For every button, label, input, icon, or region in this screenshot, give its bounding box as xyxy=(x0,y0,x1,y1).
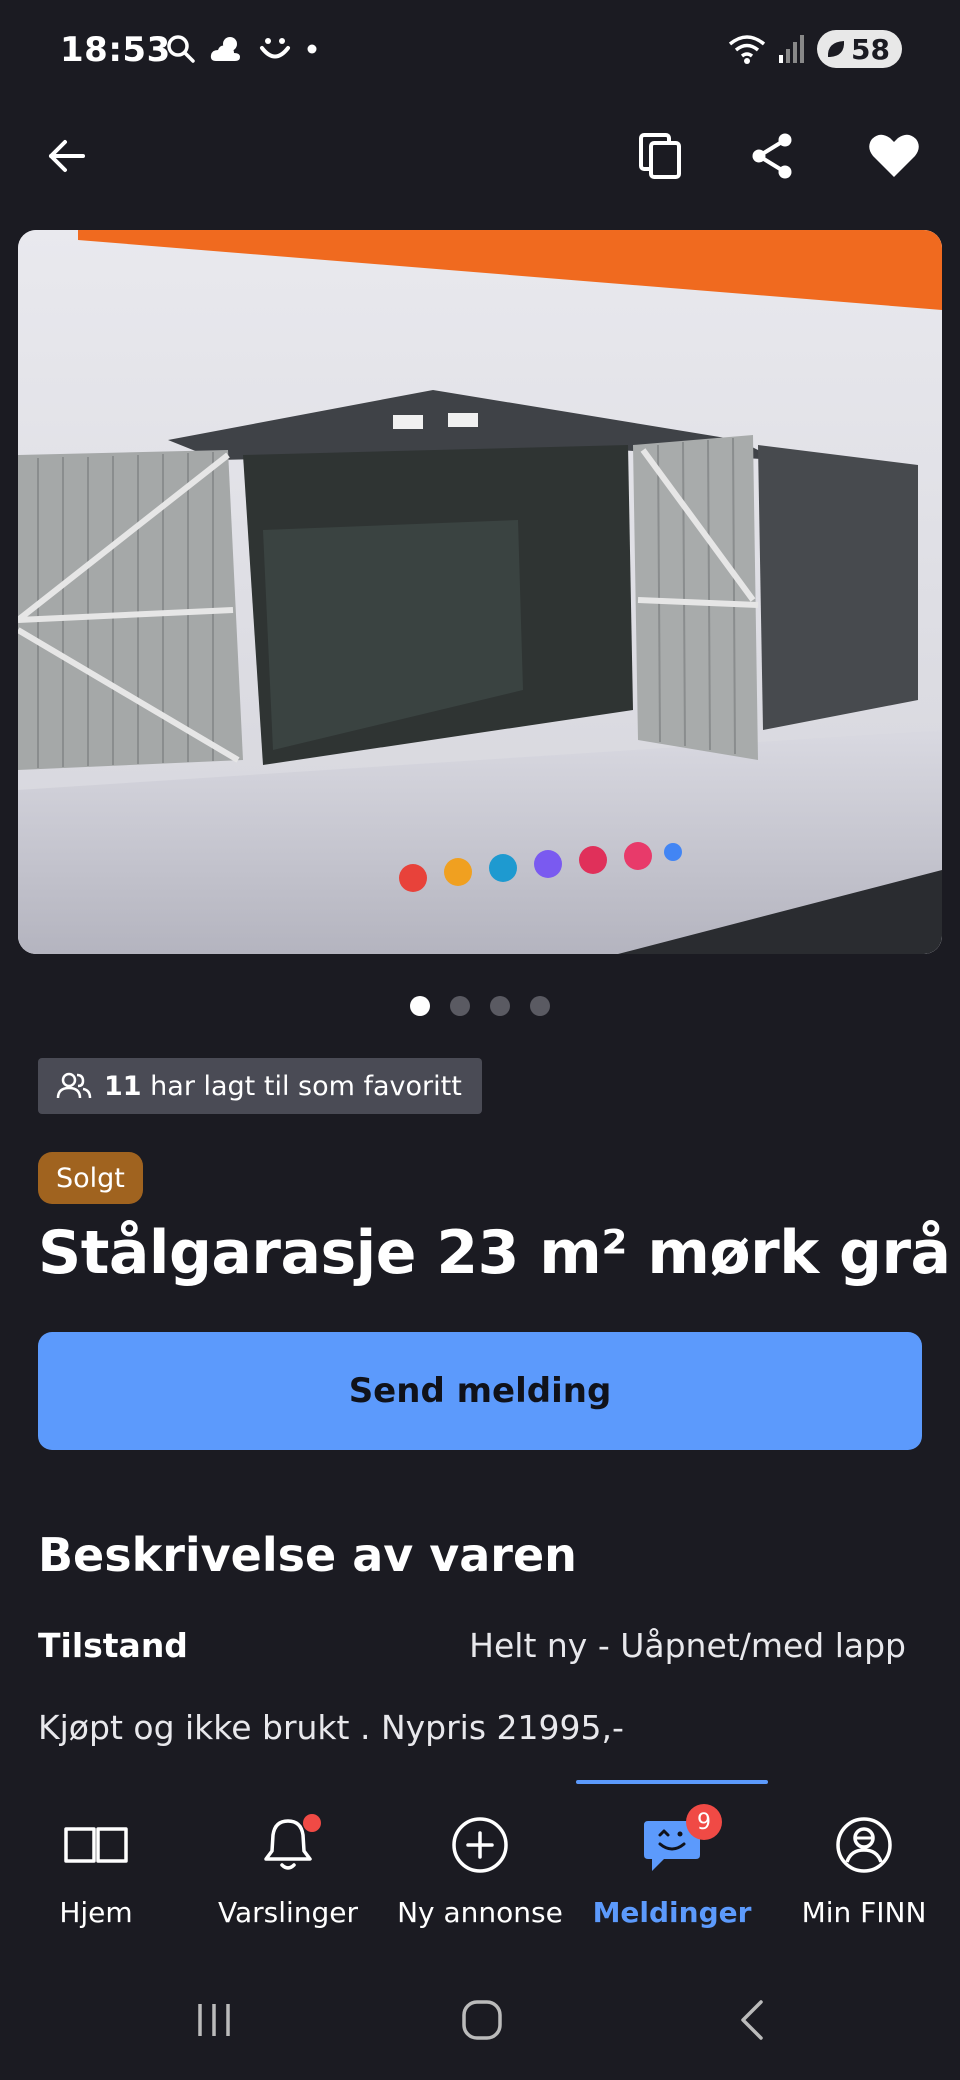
heart-icon xyxy=(869,134,919,177)
back-nav-button[interactable] xyxy=(712,1990,792,2050)
leaf-icon xyxy=(827,41,845,57)
back-button[interactable] xyxy=(36,126,96,186)
tab-ny-annonse[interactable]: Ny annonse xyxy=(384,1800,576,1960)
status-bar: 18:53 58 xyxy=(0,0,960,104)
share-icon xyxy=(752,133,792,179)
pagination-dot[interactable] xyxy=(410,996,430,1016)
favorites-text: har lagt til som favoritt xyxy=(141,1070,462,1102)
condition-label: Tilstand xyxy=(38,1626,188,1665)
share-button[interactable] xyxy=(742,126,802,186)
tab-meldinger[interactable]: 9 Meldinger xyxy=(576,1800,768,1960)
tab-label: Hjem xyxy=(59,1896,133,1929)
photo-pagination xyxy=(0,996,960,1016)
listing-title: Stålgarasje 23 m² mørk grå xyxy=(38,1218,951,1288)
tab-label: Meldinger xyxy=(592,1896,752,1929)
plus-circle-icon xyxy=(452,1817,508,1873)
description-heading: Beskrivelse av varen xyxy=(38,1528,577,1582)
book-icon xyxy=(64,1827,128,1863)
dot-icon xyxy=(307,44,317,54)
tab-varslinger[interactable]: Varslinger xyxy=(192,1800,384,1960)
message-count-badge: 9 xyxy=(686,1804,722,1840)
favorite-button[interactable] xyxy=(864,126,924,186)
smile-icon xyxy=(260,38,290,59)
description-text: Kjøpt og ikke brukt . Nypris 21995,- xyxy=(38,1708,624,1747)
system-navigation-bar xyxy=(0,1960,960,2080)
status-badge: Solgt xyxy=(38,1152,143,1204)
favorites-count: 11 xyxy=(104,1070,142,1102)
people-icon xyxy=(56,1072,92,1099)
recent-apps-button[interactable] xyxy=(174,1990,254,2050)
tab-label: Min FINN xyxy=(801,1896,927,1929)
notification-dot xyxy=(303,1814,321,1832)
arrow-left-icon xyxy=(49,140,85,172)
chevron-left-icon xyxy=(741,2000,763,2040)
wifi-icon xyxy=(728,35,766,64)
pagination-dot[interactable] xyxy=(490,996,510,1016)
profile-icon xyxy=(836,1817,892,1873)
listing-photo[interactable] xyxy=(18,230,942,954)
condition-value: Helt ny - Uåpnet/med lapp xyxy=(469,1626,906,1665)
signal-icon xyxy=(779,35,805,63)
tab-hjem[interactable]: Hjem xyxy=(0,1800,192,1960)
home-button[interactable] xyxy=(442,1990,522,2050)
recents-icon xyxy=(198,2004,230,2036)
send-message-button[interactable]: Send melding xyxy=(38,1332,922,1450)
battery-indicator: 58 xyxy=(817,30,902,68)
status-icons-left xyxy=(166,34,318,64)
weather-icon xyxy=(210,37,240,61)
search-icon xyxy=(167,35,195,63)
battery-level: 58 xyxy=(851,32,890,66)
pagination-dot[interactable] xyxy=(450,996,470,1016)
active-tab-indicator xyxy=(576,1780,768,1784)
status-icons-right: 58 xyxy=(727,30,902,68)
garage-photo xyxy=(18,230,942,954)
copy-icon xyxy=(639,133,681,179)
tab-label: Ny annonse xyxy=(397,1896,563,1929)
tab-min-finn[interactable]: Min FINN xyxy=(768,1800,960,1960)
status-time: 18:53 xyxy=(60,30,171,70)
pagination-dot[interactable] xyxy=(530,996,550,1016)
tab-label: Varslinger xyxy=(217,1896,359,1929)
top-app-bar xyxy=(0,110,960,202)
favorites-count-chip: 11 har lagt til som favoritt xyxy=(38,1058,482,1114)
home-icon xyxy=(462,2000,502,2040)
copy-button[interactable] xyxy=(630,126,690,186)
